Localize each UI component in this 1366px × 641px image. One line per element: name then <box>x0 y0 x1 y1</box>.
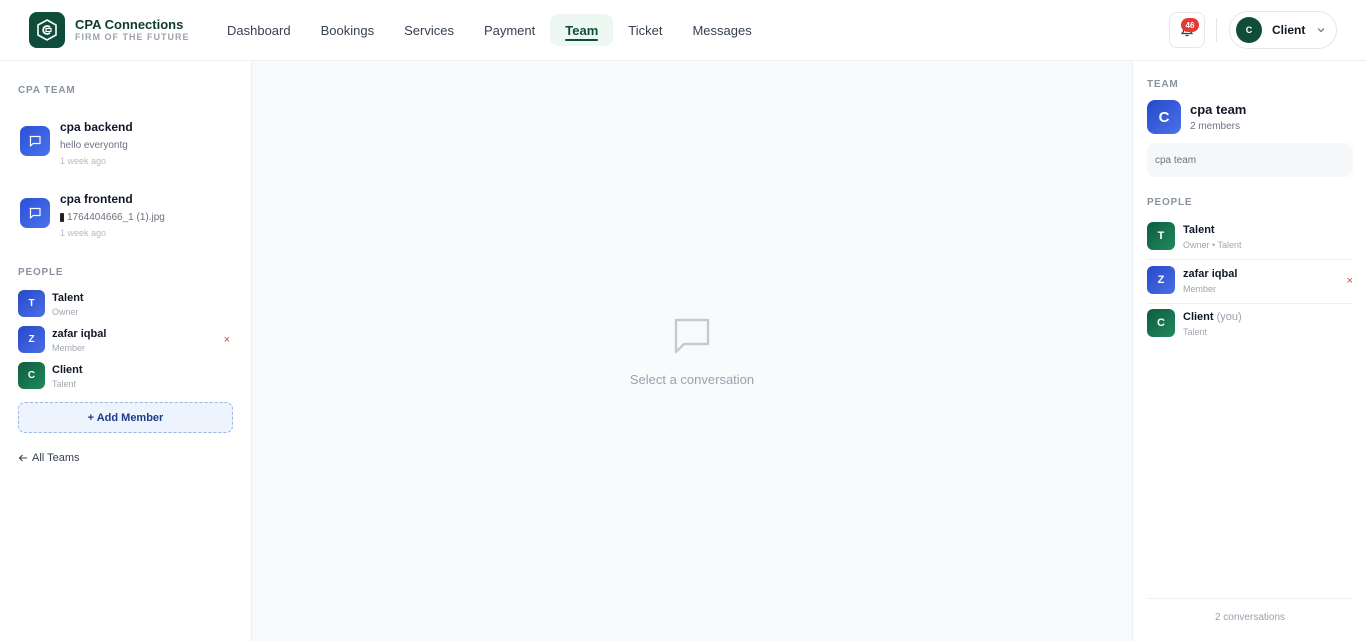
chat-icon <box>20 126 50 156</box>
brand-tagline: FIRM OF THE FUTURE <box>75 32 190 42</box>
person-role: Talent <box>52 379 77 389</box>
person-item[interactable]: C Client (you) Talent <box>1147 303 1353 347</box>
people-section-label: PEOPLE <box>1147 197 1193 208</box>
conversation-count: 2 conversations <box>1147 598 1353 623</box>
top-header: CPA Connections FIRM OF THE FUTURE Dashb… <box>0 0 1366 61</box>
conversation-pane: Select a conversation <box>252 61 1132 641</box>
conversation-title: cpa frontend <box>60 192 133 206</box>
team-section-label: TEAM <box>1147 79 1179 90</box>
person-item[interactable]: T Talent Owner • Talent <box>1147 216 1353 260</box>
all-teams-link[interactable]: All Teams <box>18 452 79 464</box>
nav-messages[interactable]: Messages <box>677 14 766 46</box>
avatar: Z <box>1147 266 1175 294</box>
brand-logo[interactable] <box>29 12 65 48</box>
user-avatar: C <box>1236 17 1262 43</box>
person-name: zafar iqbal <box>1183 268 1237 280</box>
conversation-time: 1 week ago <box>60 228 107 238</box>
team-avatar: C <box>1147 100 1181 134</box>
conversation-item[interactable]: cpa backend hello everyontg 1 week ago <box>18 120 234 180</box>
person-role: Member <box>52 343 86 353</box>
person-name-text: zafar iqbal <box>1183 268 1238 280</box>
left-sidebar: CPA TEAM cpa backend hello everyontg 1 w… <box>0 61 252 641</box>
user-menu-button[interactable]: C Client <box>1229 11 1337 49</box>
brand-name: CPA Connections <box>75 17 184 32</box>
chat-icon <box>20 198 50 228</box>
main-nav: Dashboard Bookings Services Payment Team… <box>212 14 767 46</box>
person-role: Member <box>1183 284 1217 294</box>
avatar: C <box>1147 309 1175 337</box>
nav-payment[interactable]: Payment <box>469 14 550 46</box>
person-name-text: Client <box>1183 311 1214 323</box>
notifications-button[interactable]: 46 <box>1169 12 1205 48</box>
add-member-button[interactable]: + Add Member <box>18 402 233 433</box>
nav-ticket[interactable]: Ticket <box>613 14 677 46</box>
avatar: C <box>18 362 45 389</box>
person-name: Client <box>52 364 83 376</box>
person-name: Talent <box>52 292 84 304</box>
person-name: Talent <box>1183 224 1215 236</box>
person-role: Talent <box>1183 327 1208 337</box>
header-divider <box>1216 18 1217 42</box>
nav-team[interactable]: Team <box>550 14 614 46</box>
conversation-time: 1 week ago <box>60 156 107 166</box>
conversation-preview-text: 1764404666_1 (1).jpg <box>67 212 165 223</box>
right-sidebar: TEAM C cpa team 2 members cpa team PEOPL… <box>1132 61 1366 641</box>
team-section-label: CPA TEAM <box>18 85 76 96</box>
you-tag: (you) <box>1216 311 1242 323</box>
person-role: Owner • Talent <box>1183 240 1242 250</box>
person-name: zafar iqbal <box>52 328 107 340</box>
arrow-left-icon <box>18 454 27 462</box>
avatar: Z <box>18 326 45 353</box>
notification-badge: 46 <box>1181 18 1199 32</box>
conversation-preview: 1764404666_1 (1).jpg <box>60 212 165 223</box>
nav-services[interactable]: Services <box>389 14 469 46</box>
all-teams-label: All Teams <box>32 452 80 464</box>
conversation-item[interactable]: cpa frontend 1764404666_1 (1).jpg 1 week… <box>18 192 234 252</box>
conversation-preview-text: hello everyontg <box>60 140 128 151</box>
team-member-count: 2 members <box>1190 121 1241 132</box>
nav-bookings[interactable]: Bookings <box>306 14 389 46</box>
nav-dashboard[interactable]: Dashboard <box>212 14 306 46</box>
team-description: cpa team <box>1147 143 1353 177</box>
conversation-title: cpa backend <box>60 120 133 134</box>
person-item[interactable]: Z zafar iqbal Member × <box>18 326 234 354</box>
user-name: Client <box>1272 23 1306 37</box>
remove-member-icon[interactable]: × <box>1347 275 1353 287</box>
person-item[interactable]: C Client Talent <box>18 362 234 390</box>
remove-member-icon[interactable]: × <box>224 334 230 346</box>
person-name-text: Talent <box>1183 224 1215 236</box>
chat-bubble-icon <box>674 318 710 354</box>
conversation-preview: hello everyontg <box>60 140 128 151</box>
person-item[interactable]: T Talent Owner <box>18 290 234 318</box>
chevron-down-icon <box>1315 24 1327 36</box>
people-section-label: PEOPLE <box>18 267 64 278</box>
team-name: cpa team <box>1190 102 1247 117</box>
avatar: T <box>1147 222 1175 250</box>
file-icon <box>60 213 64 222</box>
empty-state-text: Select a conversation <box>629 372 755 387</box>
logo-icon <box>37 19 57 41</box>
avatar: T <box>18 290 45 317</box>
person-role: Owner <box>52 307 79 317</box>
person-name: Client (you) <box>1183 311 1242 323</box>
person-item[interactable]: Z zafar iqbal Member × <box>1147 260 1353 304</box>
